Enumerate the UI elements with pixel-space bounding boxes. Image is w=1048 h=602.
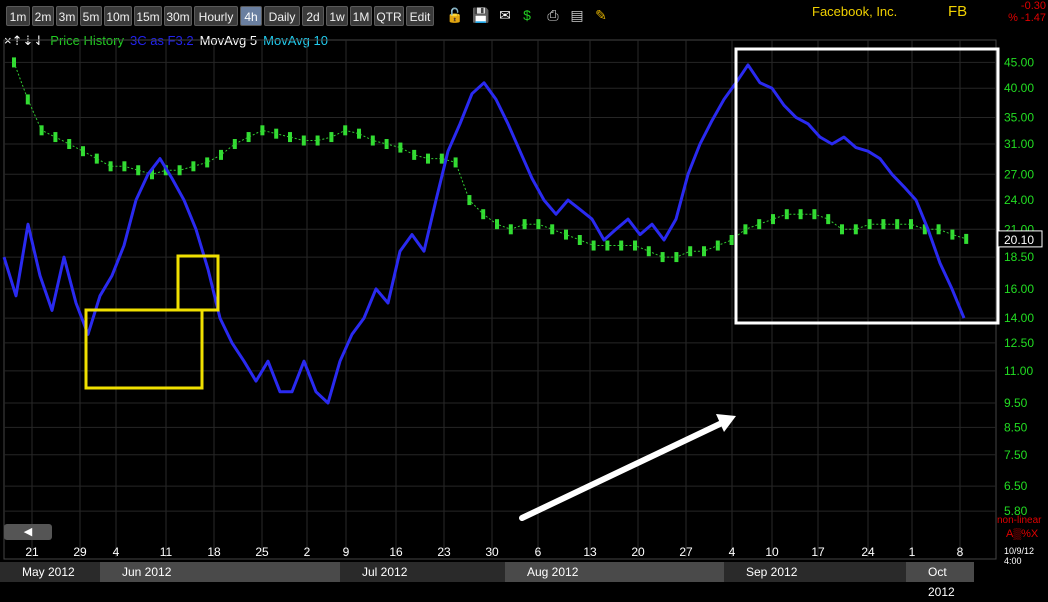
y-tick-label: 31.00 [1004,137,1034,151]
scale-mode-label[interactable]: non-linear [997,515,1041,526]
timeframe-10m-button[interactable]: 10m [104,6,132,26]
y-tick-label: 6.50 [1004,479,1028,493]
x-tick-label: 16 [389,545,403,559]
price-change: -0.30 [1020,0,1046,12]
highlight-box [84,308,204,390]
y-tick-label: 11.00 [1004,364,1033,378]
month-label: Sep 2012 [724,562,906,582]
timeframe-qtr-button[interactable]: QTR [374,6,404,26]
x-tick-label: 24 [861,545,875,559]
x-tick-label: 18 [207,545,221,559]
y-tick-label: 8.50 [1004,420,1028,434]
price-candle [25,94,30,105]
timeframe-2m-button[interactable]: 2m [32,6,54,26]
pencil-icon[interactable]: ✎ [592,5,610,25]
month-label: May 2012 [0,562,100,582]
month-axis: May 2012 Jun 2012 Jul 2012 Aug 2012 Sep 2012… [0,562,1048,599]
month-label: Jun 2012 [100,562,340,582]
timeframe-15m-button[interactable]: 15m [134,6,162,26]
x-tick-label: 25 [255,545,269,559]
trend-arrow-shaft [519,419,727,521]
timeframe-30m-button[interactable]: 30m [164,6,192,26]
y-tick-label: 16.00 [1004,282,1034,296]
price-candle [94,153,99,164]
highlight-box [734,47,1000,325]
y-tick-label: 45.00 [1004,55,1034,69]
ticker-name: Facebook, Inc. [812,4,898,19]
price-candle [219,149,223,160]
y-tick-label: 14.00 [1004,311,1034,325]
price-candle [412,149,417,160]
month-label: Oct 2012 [906,562,974,599]
price-candle [826,214,831,225]
timeframe-2d-button[interactable]: 2d [302,6,324,26]
x-tick-label: 10 [765,545,779,559]
x-tick-label: 8 [957,545,964,559]
last-price-label: 20.10 [1004,233,1034,247]
price-candle [232,139,237,150]
form-icon[interactable]: ▤ [568,5,586,25]
ticker-symbol: FB [948,3,968,20]
x-tick-label: 29 [73,545,87,559]
y-tick-label: 24.00 [1004,193,1034,207]
price-change-pct: % -1.47 [1008,12,1046,24]
y-tick-label: 7.50 [1004,448,1028,462]
timeframe-1w-button[interactable]: 1w [326,6,348,26]
x-tick-label: 1 [909,545,916,559]
timeframe-hourly-button[interactable]: Hourly [194,6,238,26]
x-tick-label: 4 [113,545,120,559]
price-candle [246,132,251,143]
month-label: Aug 2012 [505,562,724,582]
timeframe-5m-button[interactable]: 5m [80,6,102,26]
chart-canvas[interactable]: 21 29 4 11 18 25 2 9 16 23 30 6 13 20 27 4 10 17 24 1 845.00… [0,30,1048,562]
month-label: Jul 2012 [340,562,505,582]
y-tick-label: 40.00 [1004,81,1034,95]
lock-icon[interactable]: 🔓 [446,5,464,25]
x-tick-label: 13 [583,545,597,559]
save-icon[interactable]: 💾 [472,5,490,25]
price-candle [964,233,969,244]
x-tick-label: 27 [679,545,693,559]
timeframe-1m-button[interactable]: 1M [350,6,372,26]
mail-icon[interactable]: ✉ [496,5,514,25]
timeframe-edit-button[interactable]: Edit [406,6,434,26]
x-tick-label: 9 [343,545,350,559]
x-tick-label: 30 [485,545,499,559]
x-tick-label: 20 [631,545,645,559]
scroll-left-button[interactable]: ◀ [4,524,52,540]
x-tick-label: 21 [25,545,39,559]
y-tick-label: 9.50 [1004,396,1028,410]
dollar-icon[interactable]: $ [518,5,536,25]
scale-options[interactable]: A▒%X [1006,528,1038,540]
series-3c-line [2,63,966,405]
y-tick-label: 12.50 [1004,336,1034,350]
y-tick-label: 27.00 [1004,167,1034,181]
timeframe-4h-button[interactable]: 4h [240,6,262,26]
price-candle [729,234,734,245]
y-tick-label: 35.00 [1004,110,1034,124]
timeframe-1m-button[interactable]: 1m [6,6,30,26]
timeframe-3m-button[interactable]: 3m [56,6,78,26]
x-tick-label: 23 [437,545,451,559]
x-tick-label: 11 [160,545,173,559]
x-tick-label: 4 [729,545,736,559]
y-tick-label: 18.50 [1004,250,1034,264]
timeframe-daily-button[interactable]: Daily [264,6,300,26]
price-candle [370,135,375,146]
x-tick-label: 6 [535,545,542,559]
x-tick-label: 17 [811,545,825,559]
print-icon[interactable]: ⎙ [544,5,562,25]
price-candle [81,146,85,157]
x-tick-label: 2 [304,545,311,559]
